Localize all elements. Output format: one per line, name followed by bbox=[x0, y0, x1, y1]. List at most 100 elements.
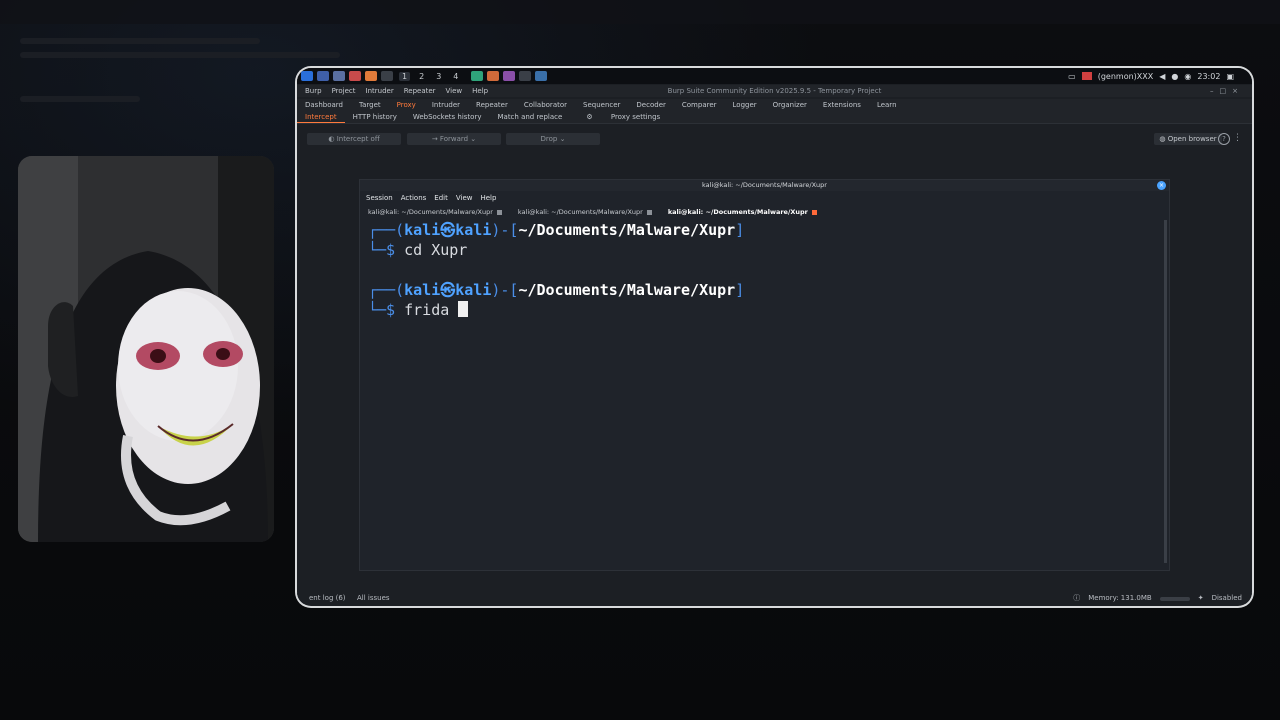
app-purple-icon[interactable] bbox=[503, 71, 516, 81]
menu-project[interactable]: Project bbox=[332, 85, 356, 97]
more-options-icon[interactable]: ⋮ bbox=[1233, 133, 1242, 143]
kali-menu-icon[interactable] bbox=[301, 71, 313, 81]
disabled-label[interactable]: Disabled bbox=[1212, 593, 1242, 604]
app-launcher-icon[interactable] bbox=[317, 71, 329, 81]
desktop-screen: 1 2 3 4 ▭ (genmon)XXX ◀ ● ◉ 23:02 ▣ Burp… bbox=[297, 68, 1252, 606]
files-icon[interactable] bbox=[333, 71, 345, 81]
taskbar: 1 2 3 4 ▭ (genmon)XXX ◀ ● ◉ 23:02 ▣ bbox=[297, 68, 1252, 84]
burp-title-bar: Burp Suite Community Edition v2025.9.5 -… bbox=[297, 85, 1252, 97]
menu-help[interactable]: Help bbox=[472, 85, 488, 97]
tab-logger[interactable]: Logger bbox=[725, 99, 765, 111]
close-icon[interactable]: × bbox=[1157, 181, 1166, 190]
menu-burp[interactable]: Burp bbox=[305, 85, 322, 97]
open-browser-button[interactable]: ◍ Open browser bbox=[1154, 133, 1222, 145]
command-input[interactable]: frida bbox=[404, 301, 458, 319]
prompt-line: ┌──(kali㉿kali)-[~/Documents/Malware/Xupr… bbox=[368, 280, 1153, 300]
event-log-link[interactable]: ent log (6) bbox=[309, 593, 346, 604]
burp-menu-bar: Burp Project Intruder Repeater View Help bbox=[305, 85, 488, 97]
menu-view[interactable]: View bbox=[446, 85, 463, 97]
workspace-1[interactable]: 1 bbox=[399, 71, 411, 81]
terminal-tab-3[interactable]: kali@kali: ~/Documents/Malware/Xupr bbox=[660, 207, 825, 218]
app-blue-icon[interactable] bbox=[535, 71, 548, 81]
tab-intruder[interactable]: Intruder bbox=[424, 99, 468, 111]
window-controls: –□× bbox=[1210, 85, 1244, 97]
app-orange-icon[interactable] bbox=[487, 71, 500, 81]
tab-target[interactable]: Target bbox=[351, 99, 389, 111]
workspace-4[interactable]: 4 bbox=[450, 72, 461, 81]
background-text-line bbox=[20, 38, 260, 44]
subtab-http-history[interactable]: HTTP history bbox=[345, 111, 405, 123]
background-text-line bbox=[20, 52, 340, 58]
genmon-label: (genmon)XXX bbox=[1097, 71, 1154, 81]
tab-close-icon[interactable] bbox=[811, 210, 817, 215]
clock: 23:02 bbox=[1197, 71, 1221, 81]
menu-actions[interactable]: Actions bbox=[401, 194, 427, 202]
memory-label: Memory: 131.0MB bbox=[1088, 594, 1152, 602]
open-browser-label: Open browser bbox=[1167, 135, 1217, 143]
help-icon[interactable]: ? bbox=[1218, 133, 1230, 145]
drop-button[interactable]: Drop ⌄ bbox=[506, 133, 600, 145]
firefox-icon[interactable] bbox=[365, 71, 377, 81]
proxy-subtabs: Intercept HTTP history WebSockets histor… bbox=[297, 111, 1252, 124]
terminal-menu-bar: Session Actions Edit View Help bbox=[366, 194, 496, 202]
prompt-frame: )-[ bbox=[491, 281, 519, 299]
menu-view[interactable]: View bbox=[456, 194, 473, 202]
forward-button[interactable]: → Forward ⌄ bbox=[407, 133, 501, 145]
terminal-output[interactable]: ┌──(kali㉿kali)-[~/Documents/Malware/Xupr… bbox=[368, 220, 1153, 563]
all-issues-link[interactable]: All issues bbox=[357, 593, 390, 604]
terminal-icon[interactable] bbox=[381, 71, 393, 81]
gear-icon: ⚙ bbox=[586, 113, 595, 121]
volume-icon[interactable]: ◀ bbox=[1159, 72, 1165, 81]
menu-repeater[interactable]: Repeater bbox=[404, 85, 436, 97]
tab-organizer[interactable]: Organizer bbox=[765, 99, 815, 111]
tab-proxy[interactable]: Proxy bbox=[389, 99, 424, 111]
tab-learn[interactable]: Learn bbox=[869, 99, 905, 111]
menu-intruder[interactable]: Intruder bbox=[366, 85, 394, 97]
close-icon[interactable]: × bbox=[1232, 87, 1244, 95]
terminal-title-bar: kali@kali: ~/Documents/Malware/Xupr × bbox=[360, 180, 1169, 191]
notification-bell-icon[interactable]: ● bbox=[1171, 72, 1178, 81]
tab-close-icon[interactable] bbox=[646, 210, 652, 215]
subtab-websockets-history[interactable]: WebSockets history bbox=[405, 111, 490, 123]
terminal-title: kali@kali: ~/Documents/Malware/Xupr bbox=[702, 181, 827, 189]
menu-edit[interactable]: Edit bbox=[434, 194, 448, 202]
tab-close-icon[interactable] bbox=[496, 210, 502, 215]
proxy-settings-label: Proxy settings bbox=[610, 113, 661, 121]
intercept-toggle-button[interactable]: ◐ Intercept off bbox=[307, 133, 401, 145]
monitor-icon[interactable]: ▭ bbox=[1068, 72, 1076, 81]
maximize-icon[interactable]: □ bbox=[1220, 87, 1233, 95]
terminal-tab-1[interactable]: kali@kali: ~/Documents/Malware/Xupr bbox=[360, 207, 510, 218]
workspace-2[interactable]: 2 bbox=[416, 72, 427, 81]
prompt-user: kali㉿kali bbox=[404, 221, 492, 239]
menu-help[interactable]: Help bbox=[480, 194, 496, 202]
terminal-tab-label: kali@kali: ~/Documents/Malware/Xupr bbox=[667, 208, 808, 216]
tab-dashboard[interactable]: Dashboard bbox=[297, 99, 351, 111]
tab-sequencer[interactable]: Sequencer bbox=[575, 99, 628, 111]
terminal-tab-2[interactable]: kali@kali: ~/Documents/Malware/Xupr bbox=[510, 207, 660, 218]
menu-session[interactable]: Session bbox=[366, 194, 393, 202]
tab-decoder[interactable]: Decoder bbox=[628, 99, 673, 111]
tab-extensions[interactable]: Extensions bbox=[815, 99, 869, 111]
tab-collaborator[interactable]: Collaborator bbox=[516, 99, 575, 111]
subtab-proxy-settings[interactable]: ⚙ Proxy settings bbox=[570, 111, 676, 123]
terminal-scrollbar[interactable] bbox=[1164, 220, 1167, 563]
minimize-icon[interactable]: – bbox=[1210, 87, 1220, 95]
tab-comparer[interactable]: Comparer bbox=[674, 99, 725, 111]
intercept-toolbar: ◐ Intercept off → Forward ⌄ Drop ⌄ ◍ Ope… bbox=[297, 131, 1252, 147]
lock-icon[interactable]: ▣ bbox=[1226, 72, 1234, 81]
genmon-icon bbox=[1081, 72, 1092, 80]
tab-repeater[interactable]: Repeater bbox=[468, 99, 516, 111]
app-red-icon[interactable] bbox=[349, 71, 361, 81]
subtab-match-replace[interactable]: Match and replace bbox=[489, 111, 570, 123]
command-line: └─$ frida bbox=[368, 300, 1153, 320]
terminal-task-icon[interactable] bbox=[519, 71, 532, 81]
power-icon[interactable]: ◉ bbox=[1184, 72, 1191, 81]
workspace-3[interactable]: 3 bbox=[433, 72, 444, 81]
subtab-intercept[interactable]: Intercept bbox=[297, 111, 345, 123]
drop-button-label: Drop bbox=[540, 135, 558, 143]
webcam-overlay bbox=[18, 156, 274, 542]
terminal-tabs: kali@kali: ~/Documents/Malware/Xupr kali… bbox=[360, 207, 1169, 218]
burp-task-icon[interactable] bbox=[471, 71, 484, 81]
terminal-tab-label: kali@kali: ~/Documents/Malware/Xupr bbox=[517, 208, 643, 216]
burp-status-bar: ent log (6) All issues ⓘ Memory: 131.0MB… bbox=[297, 593, 1252, 604]
